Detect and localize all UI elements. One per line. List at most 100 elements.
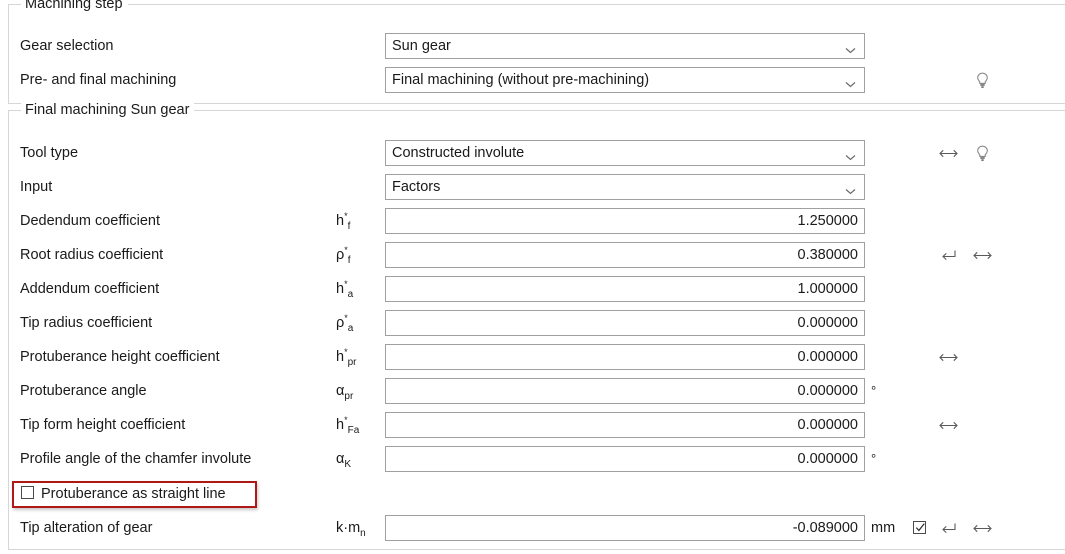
label-protuberance-height-coefficient: Protuberance height coefficient [20, 349, 220, 365]
row-protuberance-angle: Protuberance angle αpr 0.000000 ° [0, 374, 1065, 408]
checkbox-protuberance-as-straight-line[interactable] [21, 486, 34, 499]
input-addendum-coefficient[interactable]: 1.000000 [385, 276, 865, 302]
combo-input-value: Factors [392, 179, 441, 195]
group-machining-step-title: Machining step [21, 0, 128, 13]
unit-tip-alteration-of-gear: mm [871, 520, 896, 536]
input-protuberance-height-coefficient[interactable]: 0.000000 [385, 344, 865, 370]
combo-tool-type-value: Constructed involute [392, 145, 525, 161]
row-tip-form-height-coefficient: Tip form height coefficient h*Fa 0.00000… [0, 408, 1065, 442]
symbol-subscript: K [344, 458, 352, 470]
resize-horizontal-icon[interactable] [972, 238, 992, 272]
symbol-superscript: * [344, 279, 348, 290]
input-tip-radius-coefficient-value: 0.000000 [797, 315, 858, 331]
unit-profile-angle-chamfer-involute: ° [871, 451, 877, 466]
combo-gear-selection[interactable]: Sun gear [385, 33, 865, 59]
row-gear-selection: Gear selection Sun gear [0, 29, 1065, 63]
input-tip-form-height-coefficient[interactable]: 0.000000 [385, 412, 865, 438]
symbol-protuberance-height-coefficient: h*pr [336, 340, 357, 374]
input-tip-alteration-of-gear[interactable]: -0.089000 [385, 515, 865, 541]
symbol-base: k·m [336, 520, 361, 536]
resize-horizontal-icon[interactable] [972, 511, 992, 545]
label-input: Input [20, 179, 53, 195]
label-tip-alteration-of-gear: Tip alteration of gear [20, 520, 153, 536]
row-input: Input Factors [0, 170, 1065, 204]
symbol-subscript: f [347, 220, 351, 232]
row-protuberance-as-straight-line: Protuberance as straight line [0, 477, 1065, 511]
lightbulb-icon[interactable] [972, 63, 992, 97]
chevron-down-icon [845, 183, 856, 195]
group-final-machining-title: Final machining Sun gear [21, 102, 195, 119]
row-tip-alteration-of-gear: Tip alteration of gear k·mn -0.089000 mm [0, 511, 1065, 545]
symbol-base: ρ [336, 315, 345, 331]
symbol-base: h [336, 417, 345, 433]
input-protuberance-angle[interactable]: 0.000000 [385, 378, 865, 404]
symbol-subscript: Fa [347, 424, 360, 436]
label-addendum-coefficient: Addendum coefficient [20, 281, 160, 297]
input-root-radius-coefficient-value: 0.380000 [797, 247, 858, 263]
label-pre-and-final-machining: Pre- and final machining [20, 72, 177, 88]
input-addendum-coefficient-value: 1.000000 [797, 281, 858, 297]
unit-protuberance-angle: ° [871, 383, 877, 398]
symbol-protuberance-angle: αpr [336, 374, 353, 408]
lightbulb-icon[interactable] [972, 136, 992, 170]
symbol-base: h [336, 281, 345, 297]
input-tip-alteration-of-gear-value: -0.089000 [792, 520, 858, 536]
symbol-superscript: * [344, 245, 348, 256]
symbol-subscript: a [347, 288, 354, 300]
chevron-down-icon [845, 149, 856, 161]
label-gear-selection: Gear selection [20, 38, 114, 54]
row-root-radius-coefficient: Root radius coefficient ρ*f 0.380000 [0, 238, 1065, 272]
symbol-profile-angle-chamfer-involute: αK [336, 442, 351, 476]
input-protuberance-height-coefficient-value: 0.000000 [797, 349, 858, 365]
label-tip-radius-coefficient: Tip radius coefficient [20, 315, 153, 331]
combo-pre-and-final-machining[interactable]: Final machining (without pre-machining) [385, 67, 865, 93]
label-profile-angle-chamfer-involute: Profile angle of the chamfer involute [20, 451, 252, 467]
input-tip-radius-coefficient[interactable]: 0.000000 [385, 310, 865, 336]
symbol-superscript: * [344, 313, 348, 324]
symbol-tip-form-height-coefficient: h*Fa [336, 408, 359, 442]
chevron-down-icon [845, 76, 856, 88]
label-tip-form-height-coefficient: Tip form height coefficient [20, 417, 186, 433]
row-addendum-coefficient: Addendum coefficient h*a 1.000000 [0, 272, 1065, 306]
symbol-subscript: pr [344, 390, 354, 402]
input-tip-form-height-coefficient-value: 0.000000 [797, 417, 858, 433]
input-dedendum-coefficient-value: 1.250000 [797, 213, 858, 229]
label-tool-type: Tool type [20, 145, 79, 161]
symbol-base: h [336, 213, 345, 229]
row-profile-angle-chamfer-involute: Profile angle of the chamfer involute αK… [0, 442, 1065, 476]
return-arrow-icon[interactable] [938, 238, 958, 272]
symbol-root-radius-coefficient: ρ*f [336, 238, 351, 272]
resize-horizontal-icon[interactable] [938, 136, 958, 170]
input-protuberance-angle-value: 0.000000 [797, 383, 858, 399]
symbol-superscript: * [344, 415, 348, 426]
symbol-superscript: * [344, 211, 348, 222]
symbol-base: ρ [336, 247, 345, 263]
symbol-subscript: n [360, 527, 366, 539]
symbol-subscript: pr [347, 356, 357, 368]
machining-step-panel: Machining step Gear selection Sun gear P… [0, 0, 1065, 554]
resize-horizontal-icon[interactable] [938, 408, 958, 442]
resize-horizontal-icon[interactable] [938, 340, 958, 374]
chevron-down-icon [845, 42, 856, 54]
label-dedendum-coefficient: Dedendum coefficient [20, 213, 160, 229]
row-dedendum-coefficient: Dedendum coefficient h*f 1.250000 [0, 204, 1065, 238]
row-protuberance-height-coefficient: Protuberance height coefficient h*pr 0.0… [0, 340, 1065, 374]
input-root-radius-coefficient[interactable]: 0.380000 [385, 242, 865, 268]
input-profile-angle-chamfer-involute-value: 0.000000 [797, 451, 858, 467]
row-pre-and-final-machining: Pre- and final machining Final machining… [0, 63, 1065, 97]
combo-input[interactable]: Factors [385, 174, 865, 200]
row-tool-type: Tool type Constructed involute [0, 136, 1065, 170]
checkbox-tip-alteration-auto[interactable] [913, 521, 926, 534]
label-protuberance-as-straight-line[interactable]: Protuberance as straight line [41, 477, 226, 511]
symbol-superscript: * [344, 347, 348, 358]
input-profile-angle-chamfer-involute[interactable]: 0.000000 [385, 446, 865, 472]
combo-gear-selection-value: Sun gear [392, 38, 451, 54]
symbol-subscript: a [347, 322, 354, 334]
input-dedendum-coefficient[interactable]: 1.250000 [385, 208, 865, 234]
row-tip-radius-coefficient: Tip radius coefficient ρ*a 0.000000 [0, 306, 1065, 340]
label-root-radius-coefficient: Root radius coefficient [20, 247, 164, 263]
symbol-addendum-coefficient: h*a [336, 272, 353, 306]
combo-tool-type[interactable]: Constructed involute [385, 140, 865, 166]
return-arrow-icon[interactable] [938, 511, 958, 545]
combo-pre-and-final-machining-value: Final machining (without pre-machining) [392, 72, 650, 88]
